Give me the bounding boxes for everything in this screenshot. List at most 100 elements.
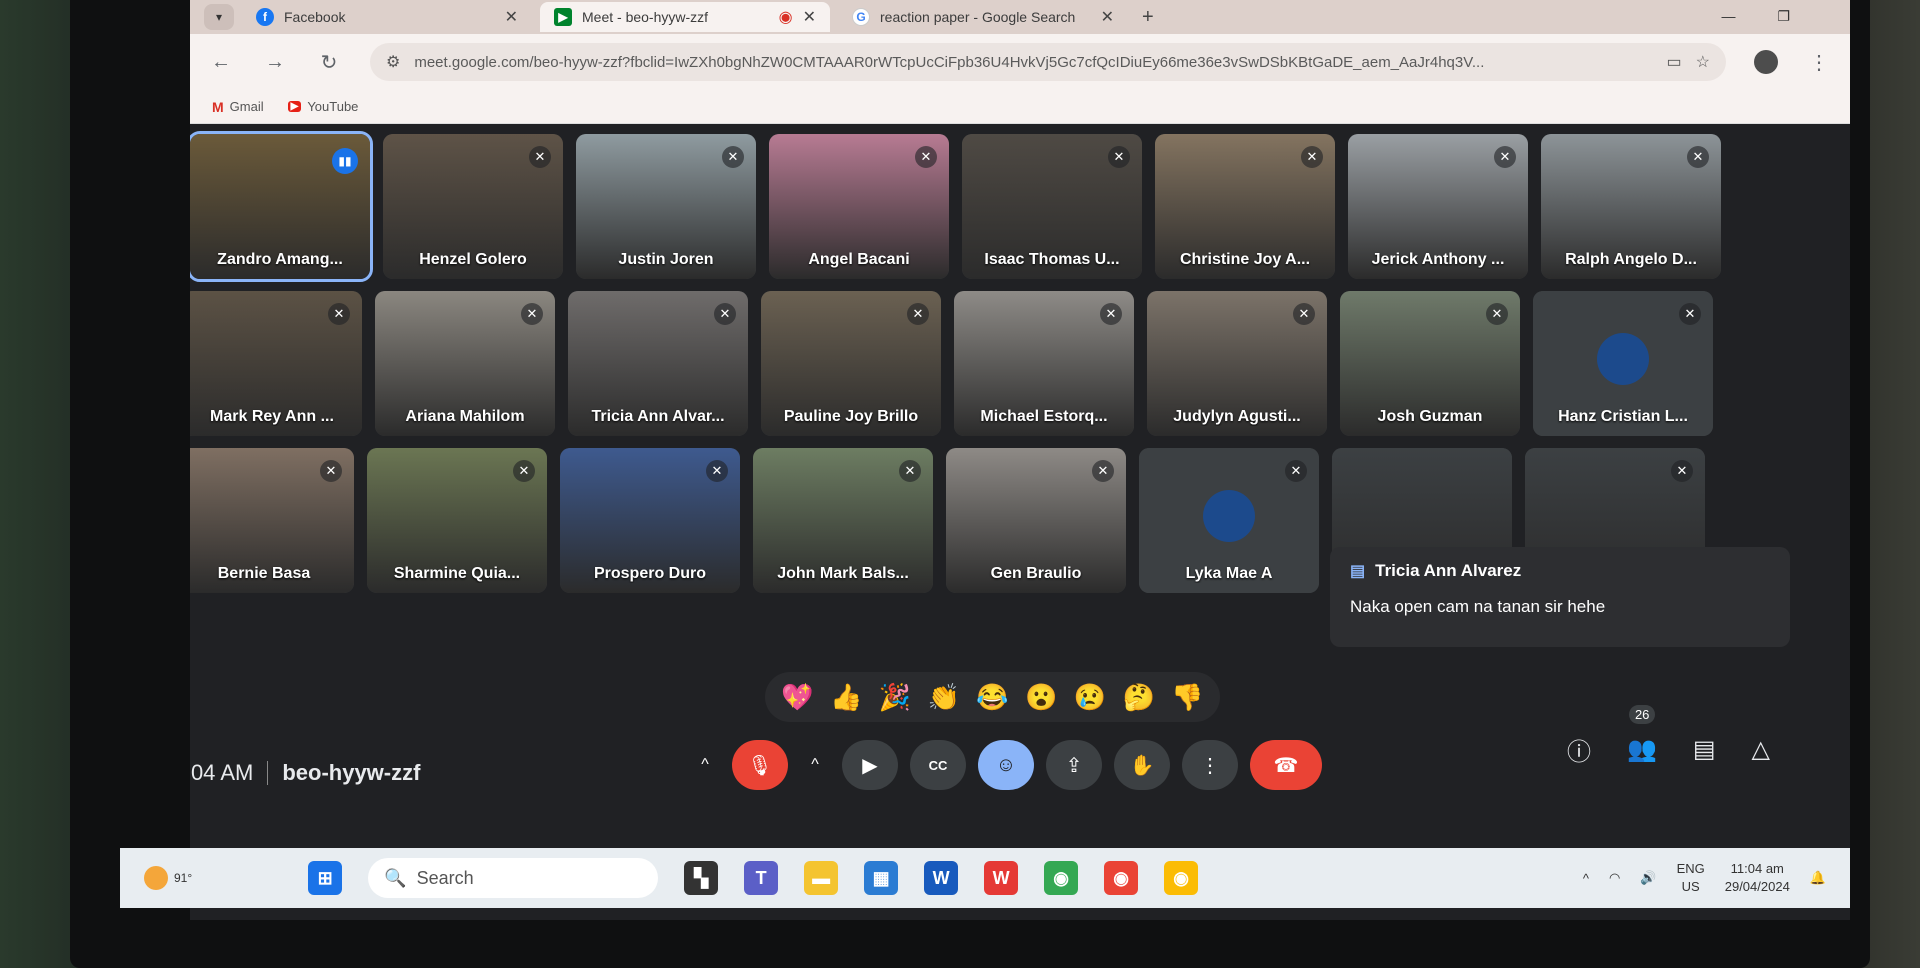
tab-google-search[interactable]: G reaction paper - Google Search ✕ <box>838 2 1128 32</box>
camera-button[interactable]: ▶ <box>842 740 898 790</box>
mic-muted-icon: ✕ <box>1679 303 1701 325</box>
tab-search-button[interactable]: ▾ <box>204 4 234 30</box>
teams-icon[interactable]: T <box>744 861 779 895</box>
reaction-emoji[interactable]: 🤔 <box>1123 682 1155 713</box>
tray-overflow-icon[interactable]: ^ <box>1583 871 1589 886</box>
reaction-emoji[interactable]: 💖 <box>781 682 813 713</box>
meeting-code: beo-hyyw-zzf <box>282 760 421 785</box>
participant-tile[interactable]: ✕ Angel Bacani <box>769 134 949 279</box>
participant-tile[interactable]: ✕ Pauline Joy Brillo <box>761 291 941 436</box>
bookmark-youtube[interactable]: ▶ YouTube <box>287 99 358 114</box>
chat-button[interactable]: ▤ <box>1693 735 1716 764</box>
windows-start-icon[interactable]: ⊞ <box>308 861 343 895</box>
people-button[interactable]: 26 👥 <box>1627 705 1657 764</box>
address-bar[interactable]: ⚙ meet.google.com/beo-hyyw-zzf?fbclid=Iw… <box>370 43 1726 81</box>
participant-tile[interactable]: ✕ Michael Estorq... <box>954 291 1134 436</box>
language-indicator[interactable]: ENG US <box>1677 860 1705 896</box>
chrome-profile-icon[interactable]: ◉ <box>1104 861 1139 895</box>
participant-tile[interactable]: ✕ Gen Braulio <box>946 448 1126 593</box>
audio-options-icon[interactable]: ^ <box>690 740 720 790</box>
participant-tile[interactable]: ✕ Hanz Cristian L... <box>1533 291 1713 436</box>
participant-tile[interactable]: ✕ John Mark Bals... <box>753 448 933 593</box>
emoji-reactions-button[interactable]: ☺ <box>978 740 1034 790</box>
wps-icon[interactable]: W <box>984 861 1019 895</box>
reaction-emoji[interactable]: 🎉 <box>879 682 911 713</box>
participant-tile[interactable]: ✕ Ralph Angelo D... <box>1541 134 1721 279</box>
new-tab-button[interactable]: + <box>1136 6 1160 29</box>
tab-facebook[interactable]: f Facebook ✕ <box>242 2 532 32</box>
video-options-icon[interactable]: ^ <box>800 740 830 790</box>
participant-tile[interactable]: ✕ Christine Joy A... <box>1155 134 1335 279</box>
present-button[interactable]: ⇪ <box>1046 740 1102 790</box>
close-icon[interactable]: ✕ <box>1101 7 1114 27</box>
chat-message: Naka open cam na tanan sir hehe <box>1350 597 1606 616</box>
participant-tile[interactable]: ▮▮ Zandro Amang... <box>190 131 373 282</box>
store-icon[interactable]: ▦ <box>864 861 899 895</box>
reaction-emoji[interactable]: 👎 <box>1171 682 1203 713</box>
windows-taskbar: 91° ⊞ 🔍 Search ▚ T ▬ ▦ W W ◉ ◉ ◉ ^ ◠ 🔊 E… <box>120 848 1850 908</box>
chrome-profile-2-icon[interactable]: ◉ <box>1164 861 1199 895</box>
clock[interactable]: 11:04 am 29/04/2024 <box>1725 860 1790 896</box>
minimize-icon[interactable]: — <box>1721 8 1735 25</box>
close-icon[interactable]: ✕ <box>505 7 518 27</box>
participant-tile[interactable]: ✕ Josh Guzman <box>1340 291 1520 436</box>
mic-muted-icon: ✕ <box>1092 460 1114 482</box>
participant-tile[interactable]: ✕ Isaac Thomas U... <box>962 134 1142 279</box>
reaction-emoji[interactable]: 👏 <box>927 682 959 713</box>
cast-icon[interactable]: ▭ <box>1667 52 1682 72</box>
profile-avatar[interactable] <box>1754 50 1778 74</box>
reaction-emoji[interactable]: 😂 <box>976 682 1008 713</box>
participant-tile[interactable]: ✕ Jerick Anthony ... <box>1348 134 1528 279</box>
participant-tile[interactable]: ✕ Lyka Mae A <box>1139 448 1319 593</box>
mic-muted-icon: ✕ <box>907 303 929 325</box>
weather-widget[interactable]: 91° <box>144 866 192 890</box>
info-icon[interactable]: ⓘ <box>1567 732 1591 767</box>
mic-muted-icon: ✕ <box>706 460 728 482</box>
participant-tile[interactable]: ✕ Henzel Golero <box>383 134 563 279</box>
task-view-icon[interactable]: ▚ <box>684 861 719 895</box>
back-icon[interactable]: ← <box>208 51 234 74</box>
more-options-button[interactable]: ⋮ <box>1182 740 1238 790</box>
divider <box>267 761 269 785</box>
site-info-icon[interactable]: ⚙ <box>386 52 400 72</box>
speaking-indicator-icon: ▮▮ <box>332 148 358 174</box>
window-controls: — ❐ <box>1721 8 1790 25</box>
word-icon[interactable]: W <box>924 861 959 895</box>
mic-muted-icon: ✕ <box>328 303 350 325</box>
notification-bell-icon[interactable]: 🔔 <box>1810 870 1826 886</box>
chat-notification[interactable]: ▤ Tricia Ann Alvarez Naka open cam na ta… <box>1330 547 1790 647</box>
participant-tile[interactable]: ✕ Ariana Mahilom <box>375 291 555 436</box>
search-icon: 🔍 <box>384 867 407 888</box>
mic-muted-icon: ✕ <box>1100 303 1122 325</box>
chrome-icon[interactable]: ◉ <box>1044 861 1079 895</box>
tab-bar: ▾ f Facebook ✕ ▶ Meet - beo-hyyw-zzf ◉ ✕… <box>190 0 1850 34</box>
mic-off-button[interactable]: 🎙 <box>732 740 788 790</box>
close-icon[interactable]: ✕ <box>803 7 816 27</box>
participant-tile[interactable]: ✕ Bernie Basa <box>190 448 354 593</box>
maximize-icon[interactable]: ❐ <box>1777 8 1790 25</box>
more-menu-icon[interactable]: ⋮ <box>1806 50 1832 75</box>
bookmark-star-icon[interactable]: ☆ <box>1696 52 1710 72</box>
activities-icon[interactable]: △ <box>1752 735 1770 764</box>
tab-meet[interactable]: ▶ Meet - beo-hyyw-zzf ◉ ✕ <box>540 2 830 32</box>
participant-tile[interactable]: ✕ Judylyn Agusti... <box>1147 291 1327 436</box>
participant-tile[interactable]: ✕ Mark Rey Ann ... <box>190 291 362 436</box>
participant-tile[interactable]: ✕ Prospero Duro <box>560 448 740 593</box>
forward-icon[interactable]: → <box>262 51 288 74</box>
participant-tile[interactable]: ✕ Justin Joren <box>576 134 756 279</box>
taskbar-search[interactable]: 🔍 Search <box>368 858 659 898</box>
reload-icon[interactable]: ↻ <box>316 50 342 75</box>
raise-hand-button[interactable]: ✋ <box>1114 740 1170 790</box>
reaction-emoji[interactable]: 😢 <box>1074 682 1106 713</box>
bookmark-gmail[interactable]: M Gmail <box>212 99 264 115</box>
participant-tile[interactable]: ✕ Tricia Ann Alvar... <box>568 291 748 436</box>
file-explorer-icon[interactable]: ▬ <box>804 861 839 895</box>
mic-muted-icon: ✕ <box>915 146 937 168</box>
wifi-icon[interactable]: ◠ <box>1609 870 1620 886</box>
captions-button[interactable]: CC <box>910 740 966 790</box>
reaction-emoji[interactable]: 😮 <box>1025 682 1057 713</box>
volume-icon[interactable]: 🔊 <box>1640 870 1656 886</box>
leave-call-button[interactable]: ☎ <box>1250 740 1322 790</box>
participant-tile[interactable]: ✕ Sharmine Quia... <box>367 448 547 593</box>
reaction-emoji[interactable]: 👍 <box>830 682 862 713</box>
